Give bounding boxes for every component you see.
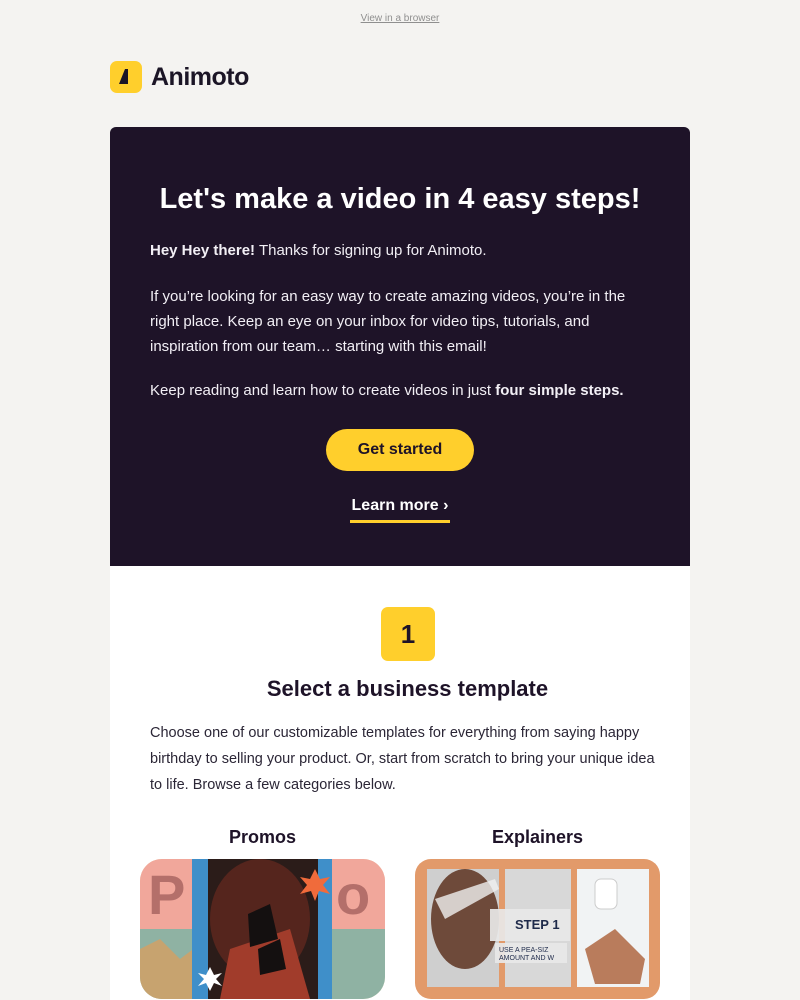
intro-paragraph: If you’re looking for an easy way to cre… [150,288,626,355]
category-label-promos: Promos [228,827,297,847]
explainers-image: STEP 1 USE A PEA-SIZ AMOUNT AND W [415,859,660,999]
step-title: Select a business template [266,676,549,701]
keep-reading-plain: Keep reading and learn how to create vid… [150,382,496,399]
category-label-explainers: Explainers [491,827,584,847]
explainer-overlay-title: STEP 1 [515,917,560,932]
svg-text:P: P [148,863,185,926]
promos-template-thumbnail[interactable]: P o [140,859,385,999]
logo-mark-glyph [119,69,128,84]
svg-text:AMOUNT AND W: AMOUNT AND W [499,955,554,962]
animoto-logo-icon [110,61,142,93]
hero-section: Let's make a video in 4 easy steps! Hey … [110,127,690,566]
svg-text:o: o [336,863,370,926]
step-number-badge: 1 [381,607,435,661]
get-started-button[interactable]: Get started [326,429,474,471]
explainers-template-thumbnail[interactable]: STEP 1 USE A PEA-SIZ AMOUNT AND W [415,859,660,999]
logo-wordmark: Animoto [151,62,249,91]
learn-more-link[interactable]: Learn more › [350,497,450,523]
animoto-logo[interactable]: Animoto [110,61,249,93]
svg-text:USE A PEA-SIZ: USE A PEA-SIZ [499,947,549,954]
greeting-text: Hey Hey there! Thanks for signing up for… [150,238,650,263]
keep-reading-text: Keep reading and learn how to create vid… [150,378,650,403]
greeting-bold: Hey Hey there! [150,242,256,259]
view-in-browser-link[interactable]: View in a browser [0,13,800,24]
hero-title: Let's make a video in 4 easy steps! [159,183,641,215]
promos-image: P o [140,859,385,999]
step-body: Choose one of our customizable templates… [150,725,655,793]
keep-reading-bold: four simple steps. [495,382,624,399]
greeting-rest: Thanks for signing up for Animoto. [255,242,487,259]
step-1-section: 1 Select a business template Choose one … [110,566,690,1000]
